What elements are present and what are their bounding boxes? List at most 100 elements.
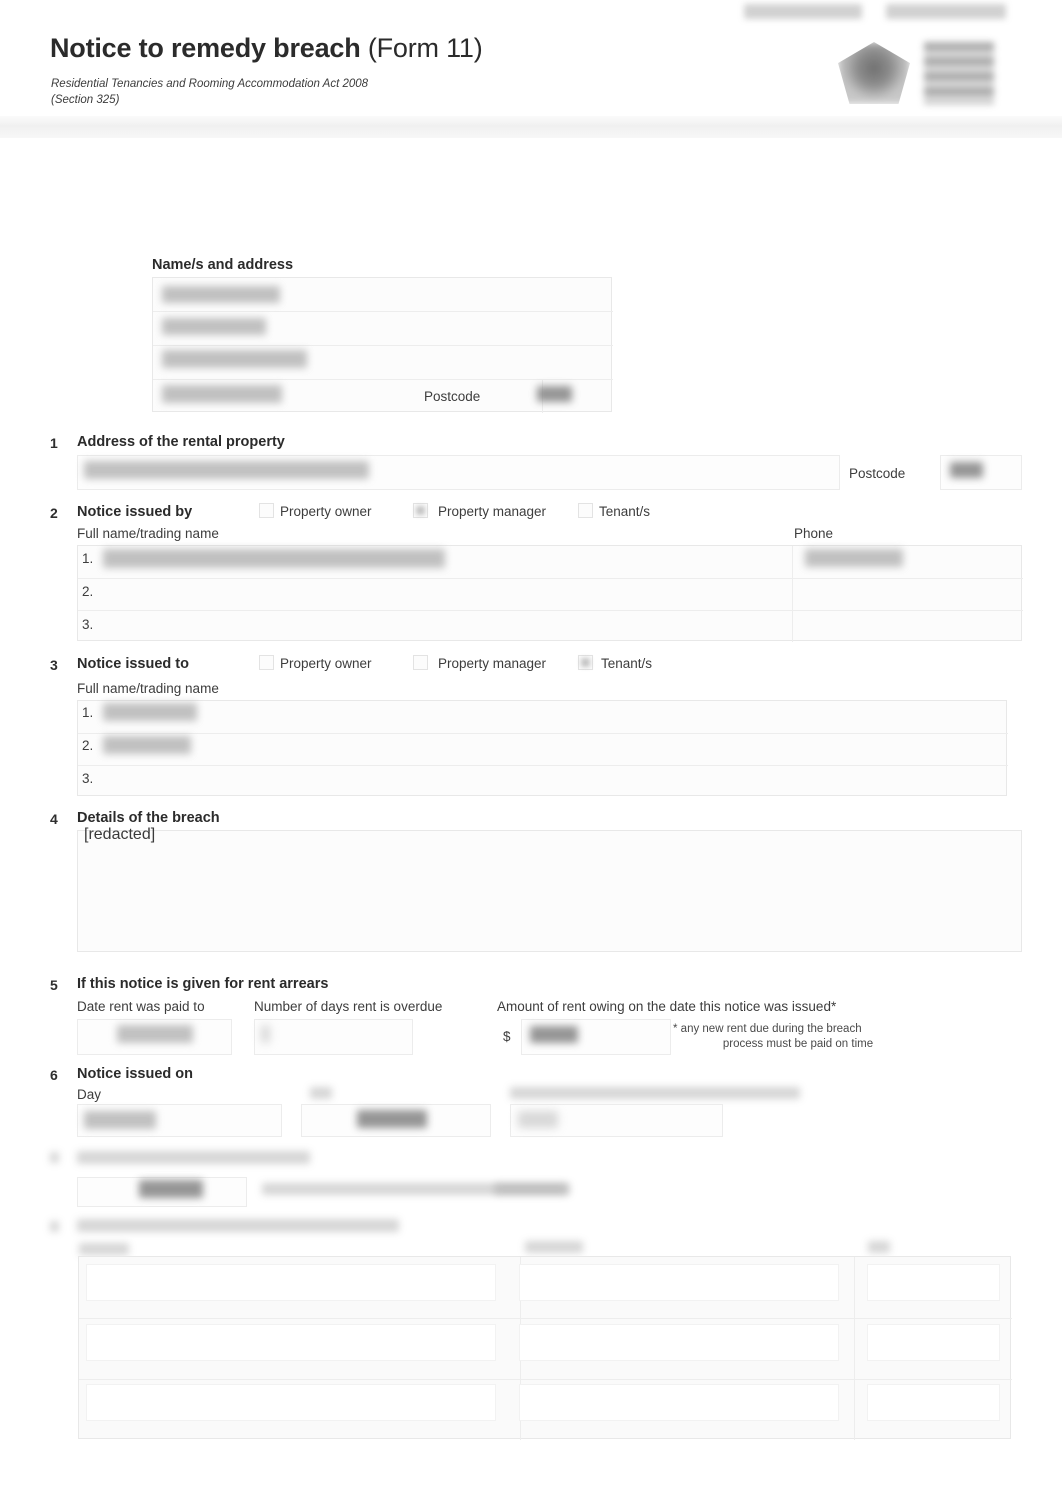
crest-logotype-icon bbox=[924, 42, 994, 104]
issued-to-row-2-name[interactable]: [redacted] bbox=[103, 736, 191, 754]
signature-row-2-signature-input[interactable] bbox=[519, 1324, 839, 1361]
signature-row-2-name-input[interactable] bbox=[86, 1324, 496, 1361]
notice-delivery-method-label: [redacted] bbox=[510, 1087, 800, 1099]
recipient-block-heading: Name/s and address bbox=[152, 257, 294, 273]
notice-issued-date-value[interactable]: [redacted] bbox=[357, 1110, 427, 1128]
legislation-reference: Residential Tenancies and Rooming Accomm… bbox=[51, 76, 368, 109]
recipient-line-4-value[interactable]: [redacted] bbox=[162, 385, 282, 403]
section-8-title: [redacted] bbox=[77, 1219, 399, 1232]
recipient-line-3-value[interactable]: [redacted] bbox=[162, 350, 307, 368]
issued-by-row-1-phone[interactable]: [redacted] bbox=[805, 549, 903, 567]
issued-by-row-1-index: 1. bbox=[82, 551, 94, 566]
issued-by-phone-column-label: Phone bbox=[794, 526, 834, 541]
notice-issued-date-label: [redacted] bbox=[310, 1087, 332, 1099]
issued-to-property-manager-checkbox[interactable] bbox=[413, 655, 428, 670]
issued-by-property-owner-checkbox[interactable] bbox=[259, 503, 274, 518]
recipient-postcode-value[interactable]: [redacted] bbox=[537, 386, 572, 402]
header-divider-band bbox=[0, 116, 1062, 138]
section-3-title: Notice issued to bbox=[77, 656, 189, 672]
signature-row-3-name-input[interactable] bbox=[86, 1384, 496, 1421]
rent-owing-amount-value[interactable]: [redacted] bbox=[530, 1026, 578, 1043]
issued-by-phone-divider bbox=[792, 546, 793, 642]
signature-row-1-name-input[interactable] bbox=[86, 1264, 496, 1301]
property-postcode-label: Postcode bbox=[849, 466, 906, 481]
section-8-number: 8 bbox=[50, 1221, 59, 1232]
signature-table-date-header: [redacted] bbox=[868, 1241, 890, 1253]
page-title-form-number: (Form 11) bbox=[367, 33, 483, 63]
issued-to-name-column-label: Full name/trading name bbox=[77, 681, 219, 696]
section-1-number: 1 bbox=[50, 435, 58, 451]
signature-row-3-date-input[interactable] bbox=[867, 1384, 1000, 1421]
date-rent-paid-to-value[interactable]: [redacted] bbox=[117, 1025, 193, 1043]
signature-row-1-signature-input[interactable] bbox=[519, 1264, 839, 1301]
rent-arrears-footnote-line-1: * any new rent due during the breach bbox=[673, 1023, 862, 1035]
issued-by-row-1-name[interactable]: [redacted] bbox=[103, 549, 445, 568]
recipient-row-divider bbox=[153, 311, 613, 312]
signature-table-name-header: [redacted] bbox=[79, 1243, 129, 1255]
section-7-value-a[interactable]: [redacted] bbox=[139, 1180, 203, 1198]
signature-table-row-divider bbox=[79, 1318, 1012, 1319]
notice-issued-day-value[interactable]: [redacted] bbox=[84, 1111, 156, 1129]
days-overdue-label: Number of days rent is overdue bbox=[254, 999, 443, 1014]
issued-to-property-owner-checkbox[interactable] bbox=[259, 655, 274, 670]
crest-wordmark-left bbox=[744, 4, 862, 19]
signature-row-1-date-input[interactable] bbox=[867, 1264, 1000, 1301]
breach-details-value[interactable]: [redacted] bbox=[84, 826, 1014, 901]
act-line: Residential Tenancies and Rooming Accomm… bbox=[51, 78, 369, 90]
page-title-bold: Notice to remedy breach bbox=[50, 33, 361, 63]
crest-wordmark-right bbox=[886, 4, 1006, 19]
issued-to-property-owner-label: Property owner bbox=[280, 656, 372, 671]
signature-row-2-date-input[interactable] bbox=[867, 1324, 1000, 1361]
issued-by-row-divider bbox=[78, 578, 1023, 579]
section-3-number: 3 bbox=[50, 657, 58, 673]
issued-to-row-2-index: 2. bbox=[82, 738, 94, 753]
section-5-title: If this notice is given for rent arrears bbox=[77, 976, 329, 992]
days-overdue-input[interactable] bbox=[254, 1019, 413, 1055]
recipient-line-1-value[interactable]: [redacted] bbox=[162, 286, 280, 303]
section-4-number: 4 bbox=[50, 811, 58, 827]
notice-issued-day-label: Day bbox=[77, 1087, 102, 1102]
signature-table-signature-header: [redacted] bbox=[525, 1241, 583, 1253]
recipient-line-2-value[interactable]: [redacted] bbox=[162, 318, 266, 335]
section-2-number: 2 bbox=[50, 505, 58, 521]
date-rent-paid-to-label: Date rent was paid to bbox=[77, 999, 205, 1014]
section-2-title: Notice issued by bbox=[77, 504, 193, 520]
section-1-title: Address of the rental property bbox=[77, 434, 285, 450]
issued-by-property-manager-label: Property manager bbox=[438, 504, 547, 519]
recipient-row-divider bbox=[153, 379, 613, 380]
crest-badge-icon bbox=[838, 42, 910, 104]
issued-to-table bbox=[77, 700, 1008, 796]
section-line: (Section 325) bbox=[51, 94, 120, 107]
currency-symbol: $ bbox=[503, 1029, 511, 1044]
issued-by-tenants-label: Tenant/s bbox=[599, 504, 651, 519]
issued-by-name-column-label: Full name/trading name bbox=[77, 526, 219, 541]
section-5-number: 5 bbox=[50, 977, 58, 993]
form-page: Notice to remedy breach (Form 11) Reside… bbox=[0, 0, 1062, 1504]
rental-property-address-value[interactable]: [redacted] bbox=[84, 461, 369, 479]
days-overdue-value[interactable]: [redacted] bbox=[261, 1025, 270, 1043]
rent-arrears-footnote-line-2: process must be paid on time bbox=[722, 1037, 874, 1050]
issued-by-row-3-index: 3. bbox=[82, 617, 94, 632]
issued-to-row-divider bbox=[78, 733, 1008, 734]
page-bottom-margin bbox=[0, 1462, 1062, 1504]
issued-by-tenants-checkbox[interactable] bbox=[578, 503, 593, 518]
issued-by-row-2-index: 2. bbox=[82, 584, 94, 599]
signature-row-3-signature-input[interactable] bbox=[519, 1384, 839, 1421]
section-6-title: Notice issued on bbox=[77, 1066, 194, 1082]
issued-to-row-3-index: 3. bbox=[82, 771, 94, 786]
section-7-value-b[interactable]: [redacted] bbox=[494, 1183, 570, 1195]
property-postcode-value[interactable]: [redacted] bbox=[950, 462, 983, 478]
issued-by-property-manager-checkbox[interactable] bbox=[413, 503, 428, 518]
section-7-title: [redacted] bbox=[77, 1151, 310, 1164]
notice-delivery-method-value[interactable]: [redacted] bbox=[518, 1111, 558, 1128]
section-6-number: 6 bbox=[50, 1067, 58, 1083]
issued-to-tenants-checkbox[interactable] bbox=[578, 655, 593, 670]
issued-by-property-owner-label: Property owner bbox=[280, 504, 372, 519]
rent-owing-amount-label: Amount of rent owing on the date this no… bbox=[497, 999, 837, 1014]
issued-to-row-1-name[interactable]: [redacted] bbox=[103, 703, 197, 721]
queensland-government-crest-icon bbox=[728, 2, 1028, 112]
issued-to-row-1-index: 1. bbox=[82, 705, 94, 720]
issued-to-row-divider bbox=[78, 765, 1008, 766]
signature-table-row-divider bbox=[79, 1379, 1012, 1380]
rent-arrears-footnote: * any new rent due during the breach pro… bbox=[673, 1022, 923, 1052]
